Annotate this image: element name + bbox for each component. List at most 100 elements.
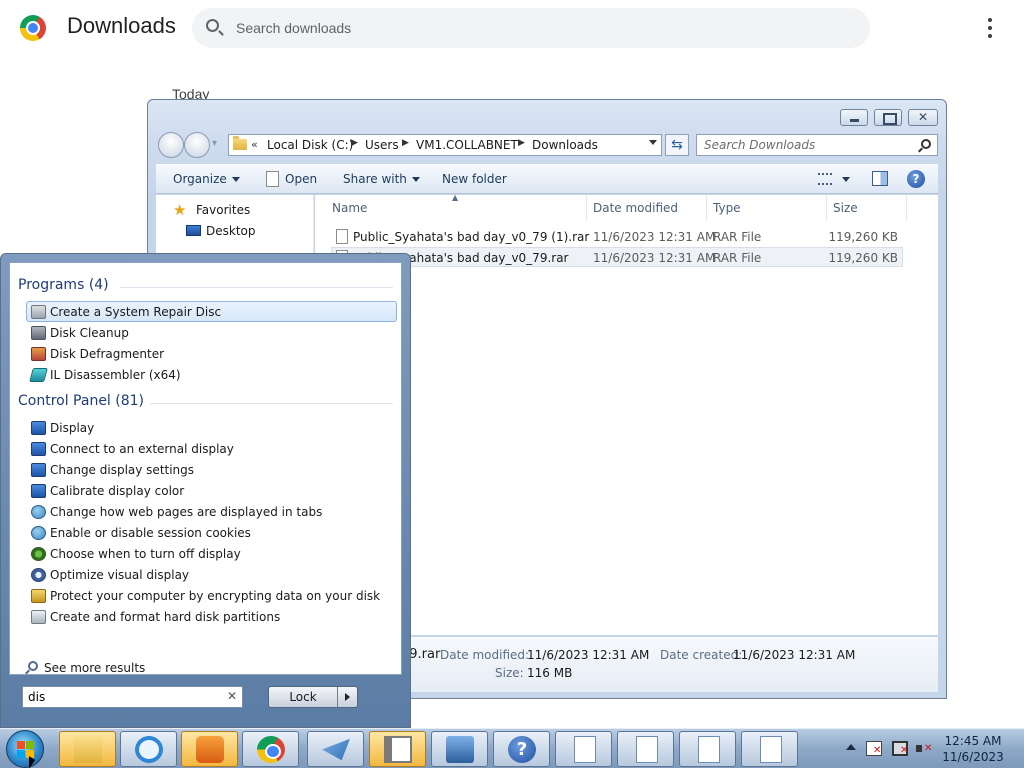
chevron-down-icon — [411, 177, 420, 182]
taskbar-document[interactable] — [555, 731, 612, 767]
taskbar-document[interactable] — [679, 731, 736, 767]
search-icon[interactable] — [921, 139, 931, 149]
result-label: Enable or disable session cookies — [50, 526, 251, 540]
maximize-button[interactable] — [874, 109, 902, 126]
recent-pages-chevron-icon[interactable]: ▾ — [212, 138, 217, 149]
taskbar-explorer[interactable] — [59, 731, 116, 767]
explorer-search-input[interactable] — [704, 137, 904, 153]
result-disk-partitions[interactable]: Create and format hard disk partitions — [26, 606, 397, 627]
breadcrumb-local-disk[interactable]: Local Disk (C:) — [267, 138, 353, 152]
search-input[interactable] — [236, 18, 836, 38]
taskbar-chrome[interactable] — [242, 731, 299, 767]
taskbar-internet-explorer[interactable] — [120, 731, 177, 767]
action-center-icon[interactable] — [866, 741, 882, 756]
result-display[interactable]: Display — [26, 417, 397, 438]
new-folder-button[interactable]: New folder — [442, 172, 507, 186]
nav-item-desktop[interactable]: Desktop — [206, 224, 256, 238]
command-bar: Organize Open Share with New folder ? — [156, 164, 938, 194]
kebab-dot — [988, 18, 992, 22]
explorer-search-box[interactable] — [696, 134, 938, 156]
share-with-button[interactable]: Share with — [343, 172, 420, 186]
result-label: Display — [50, 421, 95, 435]
breadcrumb-separator-icon[interactable]: ▶ — [351, 138, 358, 148]
details-size: 116 MB — [527, 666, 573, 680]
folder-icon — [233, 136, 247, 150]
downloads-search-box[interactable] — [192, 8, 870, 48]
taskbar-network[interactable] — [431, 731, 488, 767]
result-disk-cleanup[interactable]: Disk Cleanup — [26, 322, 397, 343]
taskbar-task-list[interactable] — [369, 731, 426, 767]
column-header-type[interactable]: Type — [713, 201, 741, 215]
file-row[interactable]: Public_Syahata's bad day_v0_79 (1).rar 1… — [331, 226, 903, 246]
refresh-button[interactable]: ⇆ — [665, 134, 689, 156]
clock-date: 11/6/2023 — [942, 750, 1004, 764]
minimize-button[interactable] — [840, 109, 868, 126]
file-row[interactable]: Public_Syahata's bad day_v0_79.rar 11/6/… — [331, 247, 903, 267]
start-search-box[interactable]: ✕ — [22, 686, 243, 708]
taskbar-document[interactable] — [617, 731, 674, 767]
nav-item-favorites[interactable]: Favorites — [196, 203, 250, 217]
column-header-date[interactable]: Date modified — [593, 201, 678, 215]
lock-button[interactable]: Lock — [268, 686, 358, 708]
close-button[interactable] — [908, 109, 938, 126]
folder-icon — [74, 736, 102, 763]
result-tabs-settings[interactable]: Change how web pages are displayed in ta… — [26, 501, 397, 522]
chrome-logo-icon — [20, 15, 46, 41]
breadcrumb-downloads[interactable]: Downloads — [532, 138, 598, 152]
address-dropdown-icon[interactable] — [649, 140, 657, 145]
ildasm-icon — [29, 368, 48, 382]
taskbar: ? 12:45 AM 11/6/2023 — [0, 728, 1024, 768]
monitor-icon — [31, 421, 46, 435]
forward-button[interactable] — [184, 132, 210, 158]
volume-muted-icon[interactable] — [916, 741, 932, 756]
column-divider[interactable] — [706, 195, 707, 221]
show-hidden-icons-icon[interactable] — [846, 744, 856, 750]
clock[interactable]: 12:45 AM 11/6/2023 — [938, 733, 1008, 765]
see-more-results-link[interactable]: See more results — [26, 659, 186, 677]
result-disk-defragmenter[interactable]: Disk Defragmenter — [26, 343, 397, 364]
back-button[interactable] — [158, 132, 184, 158]
column-header-size[interactable]: Size — [833, 201, 858, 215]
result-calibrate-display-color[interactable]: Calibrate display color — [26, 480, 397, 501]
result-turn-off-display[interactable]: Choose when to turn off display — [26, 543, 397, 564]
breadcrumb-users[interactable]: Users — [365, 138, 399, 152]
breadcrumb-vm1[interactable]: VM1.COLLABNET — [416, 138, 518, 152]
result-encrypt-disk[interactable]: Protect your computer by encrypting data… — [26, 585, 397, 606]
start-search-input[interactable] — [28, 689, 218, 705]
network-status-icon[interactable] — [892, 741, 908, 756]
organize-button[interactable]: Organize — [173, 172, 240, 186]
result-connect-external-display[interactable]: Connect to an external display — [26, 438, 397, 459]
taskbar-document[interactable] — [741, 731, 798, 767]
breadcrumb-overflow[interactable]: « — [251, 138, 258, 151]
more-options-icon[interactable] — [980, 14, 1000, 42]
column-divider[interactable] — [826, 195, 827, 221]
file-type: RAR File — [713, 230, 762, 244]
column-header-name[interactable]: Name — [332, 201, 367, 215]
result-optimize-visual-display[interactable]: Optimize visual display — [26, 564, 397, 585]
control-panel-group-header[interactable]: Control Panel (81) — [18, 393, 144, 409]
change-view-icon[interactable] — [818, 173, 832, 185]
breadcrumb-separator-icon[interactable]: ▶ — [402, 138, 409, 148]
taskbar-media-player[interactable] — [181, 731, 238, 767]
clear-search-icon[interactable]: ✕ — [227, 689, 237, 703]
help-icon[interactable]: ? — [907, 170, 925, 188]
result-change-display-settings[interactable]: Change display settings — [26, 459, 397, 480]
taskbar-help[interactable]: ? — [493, 731, 550, 767]
taskbar-visual-studio[interactable] — [307, 731, 364, 767]
open-button[interactable]: Open — [285, 172, 317, 186]
document-icon — [636, 736, 658, 763]
result-create-system-repair-disc[interactable]: Create a System Repair Disc — [26, 301, 397, 322]
chevron-down-icon[interactable] — [842, 177, 850, 182]
result-session-cookies[interactable]: Enable or disable session cookies — [26, 522, 397, 543]
power-options-arrow-icon[interactable] — [337, 687, 357, 707]
column-divider[interactable] — [906, 195, 907, 221]
shield-icon — [31, 589, 46, 603]
start-button[interactable] — [6, 730, 44, 768]
preview-pane-icon[interactable] — [872, 171, 888, 186]
address-bar[interactable]: « Local Disk (C:) ▶ Users ▶ VM1.COLLABNE… — [228, 134, 662, 156]
result-label: Calibrate display color — [50, 484, 185, 498]
programs-group-header[interactable]: Programs (4) — [18, 277, 109, 293]
result-il-disassembler[interactable]: IL Disassembler (x64) — [26, 364, 397, 385]
column-divider[interactable] — [586, 195, 587, 221]
breadcrumb-separator-icon[interactable]: ▶ — [518, 138, 525, 148]
